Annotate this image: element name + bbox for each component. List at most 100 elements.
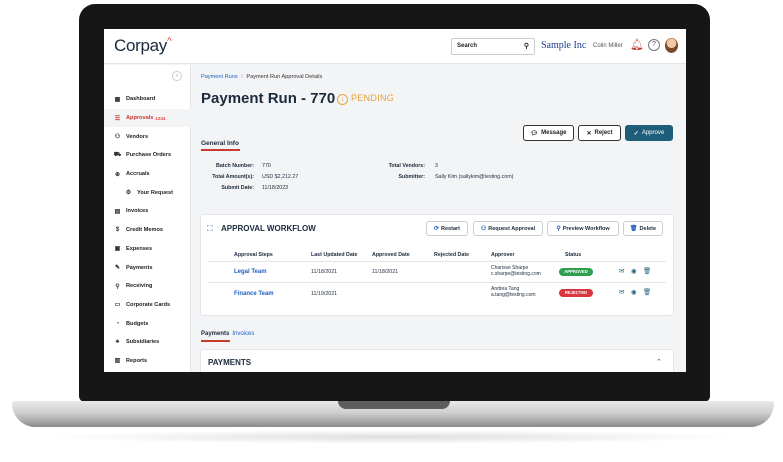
col-last-updated: Last Updated Date (311, 252, 358, 258)
laptop-notch (338, 401, 450, 409)
sidebar-item-payments[interactable]: ✎ Payments (104, 258, 191, 277)
sidebar-item-label: Budgets (126, 320, 149, 327)
breadcrumb: Payment Runs / Payment Run Approval Deta… (201, 74, 322, 80)
sidebar-item-expenses[interactable]: ▣ Expenses (104, 240, 191, 259)
sidebar-item-label: Accruals (126, 171, 150, 178)
org-icon: ♣ (115, 339, 120, 346)
delete-button-label: Delete (639, 225, 657, 232)
tab-general-info[interactable]: General Info (201, 140, 239, 147)
breadcrumb-separator: / (241, 74, 243, 80)
search-label: Search (457, 43, 478, 49)
tab-payments[interactable]: Payments (201, 331, 229, 337)
checklist-icon: ☰ (114, 115, 121, 122)
tab-payments-underline (201, 340, 230, 342)
row2-approver: Andrea Tang a.tang@testing.com (491, 286, 536, 298)
card-icon: ▭ (114, 302, 121, 309)
sidebar-item-invoices[interactable]: ▤ Invoices (104, 202, 191, 221)
search-icon[interactable]: ⚲ (524, 42, 529, 50)
approval-workflow-title: APPROVAL WORKFLOW (221, 224, 316, 233)
request-approval-button[interactable]: ⚇ Request Approval (473, 221, 543, 236)
eye-icon[interactable]: ◉ (631, 267, 637, 275)
trash-icon[interactable]: 🗑︎ (643, 267, 651, 275)
delete-button[interactable]: 🗑︎ Delete (623, 221, 663, 236)
trash-icon[interactable]: 🗑︎ (643, 288, 651, 296)
sidebar-item-budgets[interactable]: ◔ Budgets (104, 314, 191, 333)
total-amount-value: USD $2,212.27 (262, 174, 299, 180)
company-selector[interactable]: Sample Inc (541, 40, 586, 51)
step-finance-team[interactable]: Finance Team (234, 291, 274, 297)
sidebar-item-approvals[interactable]: ☰ Approvals 1234 (104, 108, 191, 128)
trash-icon: 🗑︎ (629, 226, 638, 232)
submitter-value: Sally Kim (sallykim@testing.com) (435, 174, 514, 180)
table-row (208, 261, 666, 282)
bell-icon[interactable]: 🔔︎ (630, 38, 644, 51)
sidebar-item-corporate-cards[interactable]: ▭ Corporate Cards (104, 296, 191, 315)
sidebar-item-vendors[interactable]: ⚇ Vendors (104, 127, 191, 146)
preview-workflow-button[interactable]: ⚲ Preview Workflow (547, 221, 619, 236)
cart-icon: ⛟ (113, 152, 122, 159)
app-screen: Corpay^ Search ⚲ Sample Inc Colin Miller … (104, 29, 686, 372)
sidebar-item-subsidiaries[interactable]: ♣ Subsidiaries (104, 333, 191, 352)
submit-date-label: Submit Date: (221, 185, 254, 191)
sidebar-item-label: Invoices (126, 208, 149, 215)
chevron-up-icon[interactable]: ⌃ (656, 358, 662, 366)
sidebar-item-label: Approvals (126, 115, 154, 122)
globe-icon: ⊕ (114, 171, 121, 178)
help-icon[interactable]: ? (648, 39, 660, 51)
sidebar-item-your-request[interactable]: ⚙ Your Request (104, 183, 191, 202)
row1-approved-date: 11/18/2021 (372, 269, 399, 275)
email-icon[interactable]: ✉ (619, 267, 624, 275)
row2-last-updated: 11/19/2021 (311, 291, 338, 297)
submit-date-value: 11/18/2023 (262, 185, 289, 191)
gear-icon: ⚙ (125, 190, 132, 197)
preview-workflow-label: Preview Workflow (562, 225, 610, 232)
step-legal-team[interactable]: Legal Team (234, 269, 267, 275)
sidebar-item-accruals[interactable]: ⊕ Accruals (104, 165, 191, 184)
breadcrumb-payment-runs[interactable]: Payment Runs (201, 74, 238, 80)
total-amount-label: Total Amount(s): (212, 174, 254, 180)
batch-number-value: 770 (262, 163, 271, 169)
row1-approver-email: c.sharpe@testing.com (491, 271, 541, 277)
tab-invoices[interactable]: Invoices (232, 331, 254, 337)
sidebar-item-label: Expenses (126, 245, 153, 252)
sidebar-item-receiving[interactable]: ⚲ Receiving (104, 277, 191, 296)
status-pill-rejected: REJECTED (559, 289, 593, 297)
search-input[interactable]: Search ⚲ (451, 38, 535, 55)
sidebar-item-label: Vendors (126, 133, 149, 140)
eye-icon[interactable]: ◉ (631, 288, 637, 296)
logo-mark: ^ (167, 36, 172, 48)
table-row (208, 282, 666, 303)
document-icon: ▤ (114, 208, 121, 215)
sidebar-item-label: Subsidiaries (126, 339, 160, 346)
chart-icon: ◔ (115, 320, 120, 327)
sidebar-item-purchase-orders[interactable]: ⛟ Purchase Orders (104, 146, 191, 165)
col-rejected-date: Rejected Date (434, 252, 470, 258)
top-bar: Corpay^ Search ⚲ Sample Inc Colin Miller … (104, 29, 686, 64)
page-title: Payment Run - 770 (201, 90, 336, 107)
receive-icon: ⚲ (115, 283, 120, 290)
breadcrumb-current: Payment Run Approval Details (246, 74, 323, 80)
sidebar-item-label: Payments (126, 264, 153, 271)
col-approver: Approver (491, 252, 515, 258)
email-icon[interactable]: ✉ (619, 288, 624, 296)
laptop-mockup: Corpay^ Search ⚲ Sample Inc Colin Miller … (0, 0, 783, 462)
collapse-sidebar-icon[interactable]: ‹ (172, 71, 182, 81)
sidebar-item-reports[interactable]: ▥ Reports (104, 352, 191, 371)
batch-number-label: Batch Number: (216, 163, 254, 169)
sidebar-item-label: Receiving (126, 283, 153, 290)
restart-button-label: Restart (441, 225, 460, 232)
sidebar-item-credit-memos[interactable]: $ Credit Memos (104, 221, 191, 240)
request-approval-label: Request Approval (488, 225, 536, 232)
sidebar-item-dashboard[interactable]: ▦ Dashboard (104, 90, 191, 109)
corpay-logo[interactable]: Corpay^ (114, 36, 172, 56)
sidebar: ‹ ▦ Dashboard ☰ Approvals 1234 ⚇ Vendors ⛟ Purch… (104, 65, 191, 372)
avatar[interactable] (665, 38, 678, 53)
pay-icon: ✎ (114, 265, 121, 272)
submitter-label: Submitter: (398, 174, 426, 180)
restart-button[interactable]: ⟳ Restart (426, 221, 468, 236)
row1-last-updated: 11/18/2021 (311, 269, 338, 275)
sidebar-nav: ▦ Dashboard ☰ Approvals 1234 ⚇ Vendors ⛟ Purchas… (104, 90, 191, 370)
user-name[interactable]: Colin Miller (593, 43, 623, 49)
laptop-shadow (40, 430, 746, 444)
total-vendors-label: Total Vendors: (388, 163, 425, 169)
